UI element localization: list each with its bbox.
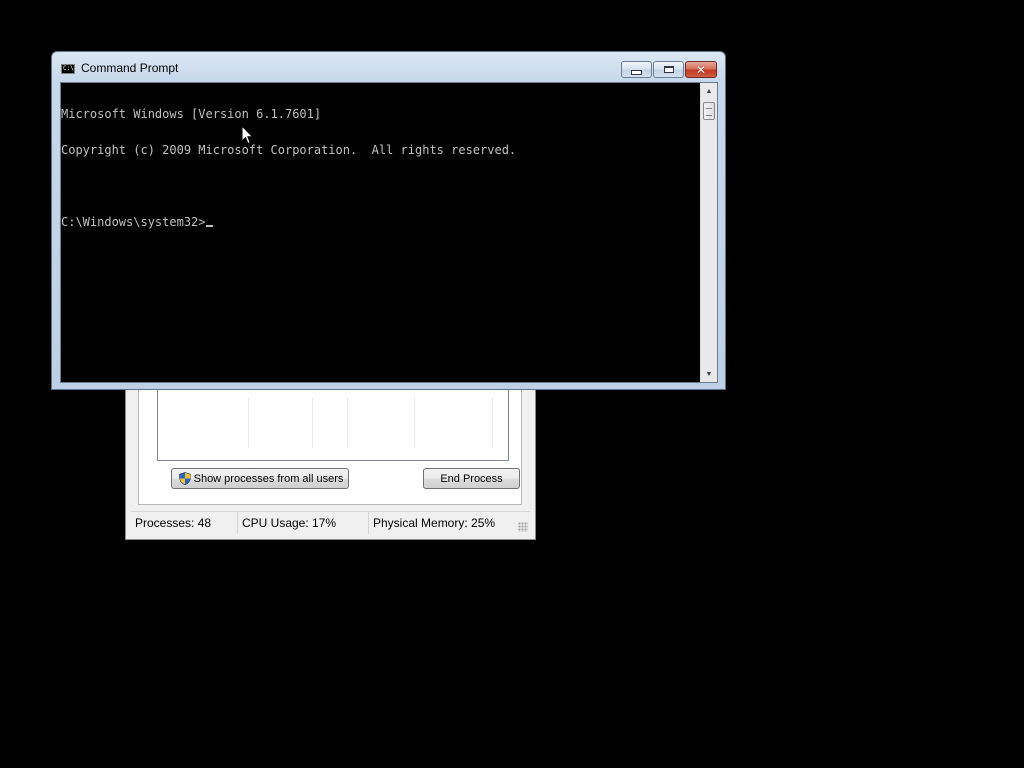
- show-processes-all-users-button[interactable]: Show processes from all users: [171, 468, 349, 489]
- resize-grip[interactable]: [518, 522, 528, 532]
- scroll-up-arrow-icon[interactable]: ▲: [701, 83, 717, 99]
- end-process-label: End Process: [440, 472, 503, 485]
- scroll-down-arrow-icon[interactable]: ▼: [701, 366, 717, 382]
- status-cpu-usage: CPU Usage: 17%: [238, 512, 369, 534]
- console-line: Microsoft Windows [Version 6.1.7601]: [61, 107, 322, 121]
- minimize-button[interactable]: [621, 61, 652, 78]
- prompt-line[interactable]: C:\Windows\system32>: [61, 216, 701, 228]
- mouse-pointer-icon: [241, 125, 254, 145]
- maximize-icon: [663, 66, 674, 73]
- column-divider: [347, 397, 348, 448]
- vertical-scrollbar[interactable]: ▲ ▼: [700, 83, 717, 382]
- column-divider: [414, 397, 415, 448]
- console-icon[interactable]: C:\.: [61, 64, 75, 74]
- task-manager-window: Show processes from all users End Proces…: [125, 370, 536, 540]
- console-line: Copyright (c) 2009 Microsoft Corporation…: [61, 143, 517, 157]
- close-button[interactable]: ✕: [685, 61, 717, 78]
- window-title: Command Prompt: [81, 61, 179, 75]
- prompt-text: C:\Windows\system32>: [61, 215, 206, 229]
- status-bar: Processes: 48 CPU Usage: 17% Physical Me…: [131, 511, 530, 534]
- minimize-icon: [631, 69, 642, 75]
- uac-shield-icon: [178, 472, 191, 486]
- console-area[interactable]: Microsoft Windows [Version 6.1.7601] Cop…: [60, 82, 718, 383]
- column-divider: [492, 397, 493, 448]
- processes-tab-panel: Show processes from all users End Proces…: [138, 371, 522, 505]
- status-processes: Processes: 48: [131, 512, 238, 534]
- scroll-thumb[interactable]: [703, 102, 715, 120]
- command-prompt-window: C:\. Command Prompt ✕ Microsoft Windows …: [51, 51, 726, 390]
- show-processes-label: Show processes from all users: [193, 472, 344, 485]
- status-physical-memory: Physical Memory: 25%: [373, 516, 496, 530]
- title-bar[interactable]: C:\. Command Prompt ✕: [52, 52, 725, 83]
- close-icon: ✕: [695, 62, 707, 77]
- text-cursor: [205, 225, 213, 227]
- console-output[interactable]: Microsoft Windows [Version 6.1.7601] Cop…: [61, 83, 701, 382]
- maximize-button[interactable]: [653, 61, 684, 78]
- column-divider: [248, 397, 249, 448]
- end-process-button[interactable]: End Process: [423, 468, 520, 489]
- column-divider: [312, 397, 313, 448]
